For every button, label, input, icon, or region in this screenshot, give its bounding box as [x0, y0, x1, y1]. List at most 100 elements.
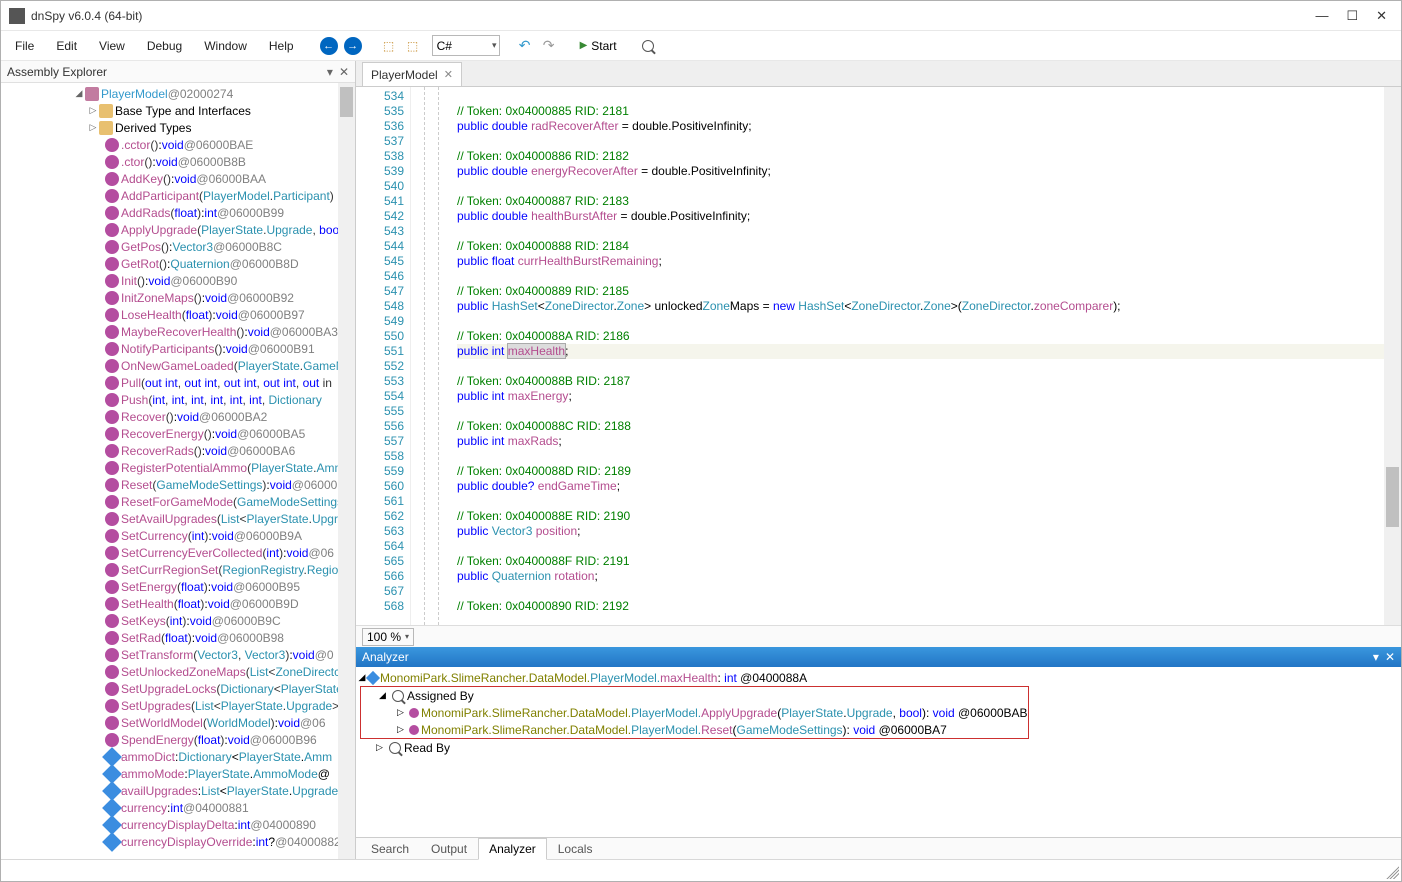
analyzer-close-icon[interactable]: ✕: [1385, 650, 1395, 664]
editor-tab-label: PlayerModel: [371, 68, 438, 82]
tree-node[interactable]: RecoverEnergy() : void @06000BA5: [1, 425, 355, 442]
start-button[interactable]: ▶Start: [574, 39, 623, 53]
menu-bar: File Edit View Debug Window Help ← → ⬚ ⬚…: [1, 31, 1401, 61]
bottom-tabs: SearchOutputAnalyzerLocals: [356, 837, 1401, 859]
menu-debug[interactable]: Debug: [137, 35, 192, 57]
tree-node[interactable]: currencyDisplayOverride : int? @04000882: [1, 833, 355, 850]
bottom-tab-output[interactable]: Output: [420, 838, 478, 860]
tree-node[interactable]: AddKey() : void @06000BAA: [1, 170, 355, 187]
main-area: Assembly Explorer ▾ ✕ ◢PlayerModel @02000…: [1, 61, 1401, 859]
right-pane: PlayerModel ✕ 53453553653753853954054154…: [356, 61, 1401, 859]
analyzer-ref[interactable]: ▷ MonomiPark.SlimeRancher.DataModel.Play…: [361, 704, 1028, 721]
window-title: dnSpy v6.0.4 (64-bit): [31, 9, 142, 23]
analyzer-dropdown-icon[interactable]: ▾: [1373, 650, 1379, 664]
bottom-tab-locals[interactable]: Locals: [547, 838, 604, 860]
tree-node[interactable]: ▷Derived Types: [1, 119, 355, 136]
zoom-selector[interactable]: 100 %▾: [362, 628, 414, 646]
nav-back-button[interactable]: ←: [318, 35, 340, 57]
panel-close-icon[interactable]: ✕: [339, 65, 349, 79]
tree-node[interactable]: ammoMode : PlayerState.AmmoMode @: [1, 765, 355, 782]
tree-node[interactable]: .ctor() : void @06000B8B: [1, 153, 355, 170]
tree-node[interactable]: RegisterPotentialAmmo(PlayerState.Amm: [1, 459, 355, 476]
outline-guide-1: [411, 87, 425, 625]
tree-node[interactable]: NotifyParticipants() : void @06000B91: [1, 340, 355, 357]
code-area[interactable]: // Token: 0x04000885 RID: 2181public dou…: [439, 87, 1401, 625]
tree-node[interactable]: GetPos() : Vector3 @06000B8C: [1, 238, 355, 255]
tree-node[interactable]: Push(int, int, int, int, int, int, Dicti…: [1, 391, 355, 408]
bottom-tab-analyzer[interactable]: Analyzer: [478, 838, 547, 860]
analyzer-header: Analyzer ▾ ✕: [356, 647, 1401, 667]
tree-node[interactable]: Init() : void @06000B90: [1, 272, 355, 289]
tree-node[interactable]: .cctor() : void @06000BAE: [1, 136, 355, 153]
tree-node[interactable]: MaybeRecoverHealth() : void @06000BA3: [1, 323, 355, 340]
nav-forward-button[interactable]: →: [342, 35, 364, 57]
tree-node[interactable]: currency : int @04000881: [1, 799, 355, 816]
tree-node[interactable]: SetEnergy(float) : void @06000B95: [1, 578, 355, 595]
tree-node[interactable]: SetTransform(Vector3, Vector3) : void @0: [1, 646, 355, 663]
toolbar-icon-1[interactable]: ⬚: [378, 35, 400, 57]
toolbar-icon-2[interactable]: ⬚: [402, 35, 424, 57]
tab-close-icon[interactable]: ✕: [444, 68, 453, 81]
undo-button[interactable]: ↶: [514, 35, 536, 57]
analyzer-body[interactable]: ◢ MonomiPark.SlimeRancher.DataModel.Play…: [356, 667, 1401, 837]
tree-node[interactable]: SetWorldModel(WorldModel) : void @06: [1, 714, 355, 731]
assembly-explorer-title: Assembly Explorer: [7, 65, 107, 79]
editor-tab-playermodel[interactable]: PlayerModel ✕: [362, 62, 462, 86]
analyzer-ref[interactable]: ▷ MonomiPark.SlimeRancher.DataModel.Play…: [361, 721, 1028, 738]
menu-view[interactable]: View: [89, 35, 135, 57]
language-selector[interactable]: C#▾: [432, 35, 500, 56]
analyzer-root[interactable]: ◢ MonomiPark.SlimeRancher.DataModel.Play…: [358, 669, 1399, 686]
tree-node[interactable]: ◢PlayerModel @02000274: [1, 85, 355, 102]
minimize-button[interactable]: —: [1315, 8, 1328, 24]
tree-node[interactable]: SetCurrency(int) : void @06000B9A: [1, 527, 355, 544]
tree-node[interactable]: SetHealth(float) : void @06000B9D: [1, 595, 355, 612]
tree-node[interactable]: availUpgrades : List<PlayerState.Upgrade: [1, 782, 355, 799]
tree-node[interactable]: InitZoneMaps() : void @06000B92: [1, 289, 355, 306]
analyzer-read-by[interactable]: ▷ Read By: [358, 739, 1399, 756]
menu-file[interactable]: File: [5, 35, 44, 57]
menu-window[interactable]: Window: [194, 35, 257, 57]
tree-node[interactable]: RecoverRads() : void @06000BA6: [1, 442, 355, 459]
tree-node[interactable]: AddParticipant(PlayerModel.Participant): [1, 187, 355, 204]
tree-node[interactable]: SetUpgrades(List<PlayerState.Upgrade>): [1, 697, 355, 714]
tree-node[interactable]: LoseHealth(float) : void @06000B97: [1, 306, 355, 323]
editor-scrollbar[interactable]: [1384, 87, 1401, 625]
title-bar: dnSpy v6.0.4 (64-bit) — ☐ ✕: [1, 1, 1401, 31]
bottom-tab-search[interactable]: Search: [360, 838, 420, 860]
assembly-explorer-header: Assembly Explorer ▾ ✕: [1, 61, 355, 83]
code-editor[interactable]: 5345355365375385395405415425435445455465…: [356, 87, 1401, 625]
search-button[interactable]: [637, 35, 659, 57]
analyzer-assigned-by[interactable]: ◢ Assigned By: [361, 687, 1028, 704]
tree-node[interactable]: currencyDisplayDelta : int @04000890: [1, 816, 355, 833]
tree-node[interactable]: SetRad(float) : void @06000B98: [1, 629, 355, 646]
tree-node[interactable]: ammoDict : Dictionary<PlayerState.Amm: [1, 748, 355, 765]
tree-node[interactable]: SpendEnergy(float) : void @06000B96: [1, 731, 355, 748]
tree-node[interactable]: SetAvailUpgrades(List<PlayerState.Upgra: [1, 510, 355, 527]
tree-node[interactable]: ▷Base Type and Interfaces: [1, 102, 355, 119]
tree-node[interactable]: Recover() : void @06000BA2: [1, 408, 355, 425]
tree-node[interactable]: SetKeys(int) : void @06000B9C: [1, 612, 355, 629]
tree-node[interactable]: SetCurrRegionSet(RegionRegistry.Region: [1, 561, 355, 578]
assembly-tree[interactable]: ◢PlayerModel @02000274▷Base Type and Int…: [1, 83, 355, 859]
resize-grip-icon[interactable]: [1383, 863, 1399, 879]
assembly-explorer-panel: Assembly Explorer ▾ ✕ ◢PlayerModel @02000…: [1, 61, 356, 859]
tree-node[interactable]: ResetForGameMode(GameModeSettings: [1, 493, 355, 510]
tree-node[interactable]: ApplyUpgrade(PlayerState.Upgrade, bool: [1, 221, 355, 238]
maximize-button[interactable]: ☐: [1346, 8, 1358, 24]
tree-node[interactable]: SetUnlockedZoneMaps(List<ZoneDirectc: [1, 663, 355, 680]
analyzer-title: Analyzer: [362, 650, 409, 664]
tree-node[interactable]: AddRads(float) : int @06000B99: [1, 204, 355, 221]
menu-help[interactable]: Help: [259, 35, 304, 57]
menu-edit[interactable]: Edit: [46, 35, 87, 57]
tree-node[interactable]: Pull(out int, out int, out int, out int,…: [1, 374, 355, 391]
close-button[interactable]: ✕: [1376, 8, 1387, 24]
panel-dropdown-icon[interactable]: ▾: [327, 65, 333, 79]
redo-button[interactable]: ↷: [538, 35, 560, 57]
tree-node[interactable]: GetRot() : Quaternion @06000B8D: [1, 255, 355, 272]
tree-node[interactable]: Reset(GameModeSettings) : void @06000: [1, 476, 355, 493]
tree-node[interactable]: SetUpgradeLocks(Dictionary<PlayerState: [1, 680, 355, 697]
tree-node[interactable]: SetCurrencyEverCollected(int) : void @06: [1, 544, 355, 561]
app-icon: [9, 8, 25, 24]
tree-node[interactable]: OnNewGameLoaded(PlayerState.GameM: [1, 357, 355, 374]
tree-scrollbar[interactable]: [338, 83, 355, 859]
